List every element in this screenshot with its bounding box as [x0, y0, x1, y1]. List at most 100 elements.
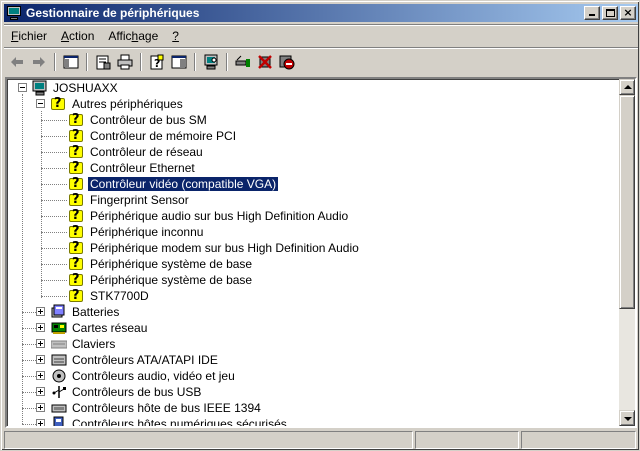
tree-root[interactable]: JOSHUAXX: [11, 80, 120, 96]
group-label: Autres périphériques: [72, 97, 183, 111]
category-label: Batteries: [72, 305, 120, 319]
device-label: Contrôleur de bus SM: [90, 113, 207, 127]
device-label: Contrôleur de mémoire PCI: [90, 129, 237, 143]
expand-toggle[interactable]: [36, 355, 45, 364]
menu-fichier[interactable]: Fichier: [4, 29, 54, 43]
disable-button[interactable]: [276, 52, 298, 72]
menu-help[interactable]: ?: [165, 29, 186, 43]
tree-category[interactable]: Contrôleurs hôtes numériques sécurisés: [11, 416, 289, 428]
uninstall-button[interactable]: [254, 52, 276, 72]
tree-category[interactable]: Cartes réseau: [11, 320, 149, 336]
device-list-item[interactable]: ? Contrôleur de mémoire PCI: [11, 128, 238, 144]
category-label: Contrôleurs ATA/ATAPI IDE: [72, 353, 218, 367]
status-pane: [521, 431, 636, 449]
show-hide-console-tree-button[interactable]: [60, 52, 82, 72]
ide-controller-icon: [51, 354, 67, 366]
expand-toggle[interactable]: [36, 419, 45, 426]
device-label: Périphérique inconnu: [90, 225, 204, 239]
title-bar[interactable]: Gestionnaire de périphériques ×: [4, 4, 638, 22]
scan-hardware-icon: [204, 54, 218, 70]
back-arrow-icon: [11, 57, 23, 67]
device-list-item[interactable]: ? Contrôleur Ethernet: [11, 160, 197, 176]
expand-toggle[interactable]: [36, 371, 45, 380]
menu-affichage[interactable]: Affichage: [101, 29, 165, 43]
device-list-item[interactable]: ? Périphérique système de base: [11, 272, 254, 288]
device-list-item[interactable]: ? Fingerprint Sensor: [11, 192, 191, 208]
tree-category[interactable]: Contrôleurs hôte de bus IEEE 1394: [11, 400, 263, 416]
tree-category[interactable]: Contrôleurs audio, vidéo et jeu: [11, 368, 237, 384]
device-list-item[interactable]: ? Contrôleur de bus SM: [11, 112, 209, 128]
printer-icon: [117, 54, 133, 70]
question-mark-icon: ?: [51, 96, 67, 112]
toolbar-top-divider: [4, 47, 638, 49]
status-bar: [4, 431, 638, 449]
tree-category[interactable]: Claviers: [11, 336, 117, 352]
properties-button[interactable]: [92, 52, 114, 72]
tree-category[interactable]: Batteries: [11, 304, 121, 320]
collapse-toggle[interactable]: [18, 83, 27, 92]
expand-toggle[interactable]: [36, 323, 45, 332]
device-manager-window: Gestionnaire de périphériques × Fichier …: [0, 0, 640, 451]
device-label: Fingerprint Sensor: [90, 193, 189, 207]
computer-icon: [32, 80, 47, 96]
usb-icon: [52, 386, 66, 398]
tree-category[interactable]: Contrôleurs de bus USB: [11, 384, 203, 400]
minimize-button[interactable]: [584, 6, 600, 20]
device-list-item[interactable]: ? Périphérique système de base: [11, 256, 254, 272]
status-pane-main: [4, 431, 413, 449]
disable-device-icon: [279, 55, 295, 70]
expand-toggle[interactable]: [36, 339, 45, 348]
expand-toggle[interactable]: [36, 403, 45, 412]
expand-toggle[interactable]: [36, 307, 45, 316]
help-icon: ?: [150, 54, 164, 70]
close-button[interactable]: ×: [620, 6, 636, 20]
scan-hardware-button[interactable]: [200, 52, 222, 72]
device-list-item[interactable]: ? Périphérique modem sur bus High Definit…: [11, 240, 361, 256]
device-list-item[interactable]: ? Contrôleur vidéo (compatible VGA): [11, 176, 280, 192]
question-mark-icon: ?: [69, 112, 85, 128]
menu-action[interactable]: Action: [54, 29, 101, 43]
device-list-item[interactable]: ? Périphérique audio sur bus High Definit…: [11, 208, 350, 224]
collapse-toggle[interactable]: [36, 99, 45, 108]
device-label: Contrôleur Ethernet: [90, 161, 195, 175]
expand-toggle[interactable]: [36, 387, 45, 396]
scroll-down-button[interactable]: [619, 410, 635, 426]
category-label: Claviers: [72, 337, 116, 351]
keyboard-icon: [51, 340, 67, 349]
vertical-scrollbar[interactable]: [619, 79, 635, 426]
device-list-item[interactable]: ? STK7700D: [11, 288, 151, 304]
toolbar-separator: [226, 53, 228, 71]
device-tree-panel[interactable]: JOSHUAXX ? Autres périphériques ? Contrôl…: [5, 77, 637, 428]
forward-button[interactable]: [28, 52, 50, 72]
uninstall-icon: [258, 55, 272, 69]
question-mark-icon: ?: [69, 288, 85, 304]
scroll-thumb[interactable]: [619, 95, 635, 309]
category-label: Contrôleurs hôtes numériques sécurisés: [72, 417, 287, 428]
question-mark-icon: ?: [69, 144, 85, 160]
device-manager-icon: [6, 5, 22, 21]
maximize-button[interactable]: [602, 6, 618, 20]
network-card-icon: [51, 322, 67, 334]
device-label: Périphérique audio sur bus High Definiti…: [90, 209, 349, 223]
toolbar-separator: [54, 53, 56, 71]
device-label: Périphérique système de base: [90, 257, 253, 271]
device-list-item[interactable]: ? Périphérique inconnu: [11, 224, 205, 240]
toolbar-separator: [140, 53, 142, 71]
help-button[interactable]: ?: [146, 52, 168, 72]
scroll-up-button[interactable]: [619, 79, 635, 95]
show-hide-action-pane-button[interactable]: [168, 52, 190, 72]
status-pane: [414, 431, 520, 449]
question-mark-icon: ?: [69, 128, 85, 144]
update-driver-button[interactable]: [232, 52, 254, 72]
tree-group-other-devices[interactable]: ? Autres périphériques: [11, 96, 185, 112]
question-mark-icon: ?: [69, 208, 85, 224]
device-label: Contrôleur de réseau: [90, 145, 203, 159]
tree-category[interactable]: Contrôleurs ATA/ATAPI IDE: [11, 352, 220, 368]
device-list-item[interactable]: ? Contrôleur de réseau: [11, 144, 205, 160]
question-mark-icon: ?: [69, 160, 85, 176]
category-label: Contrôleurs de bus USB: [72, 385, 202, 399]
back-button[interactable]: [6, 52, 28, 72]
console-tree-icon: [63, 55, 79, 69]
properties-icon: [96, 55, 111, 70]
print-button[interactable]: [114, 52, 136, 72]
